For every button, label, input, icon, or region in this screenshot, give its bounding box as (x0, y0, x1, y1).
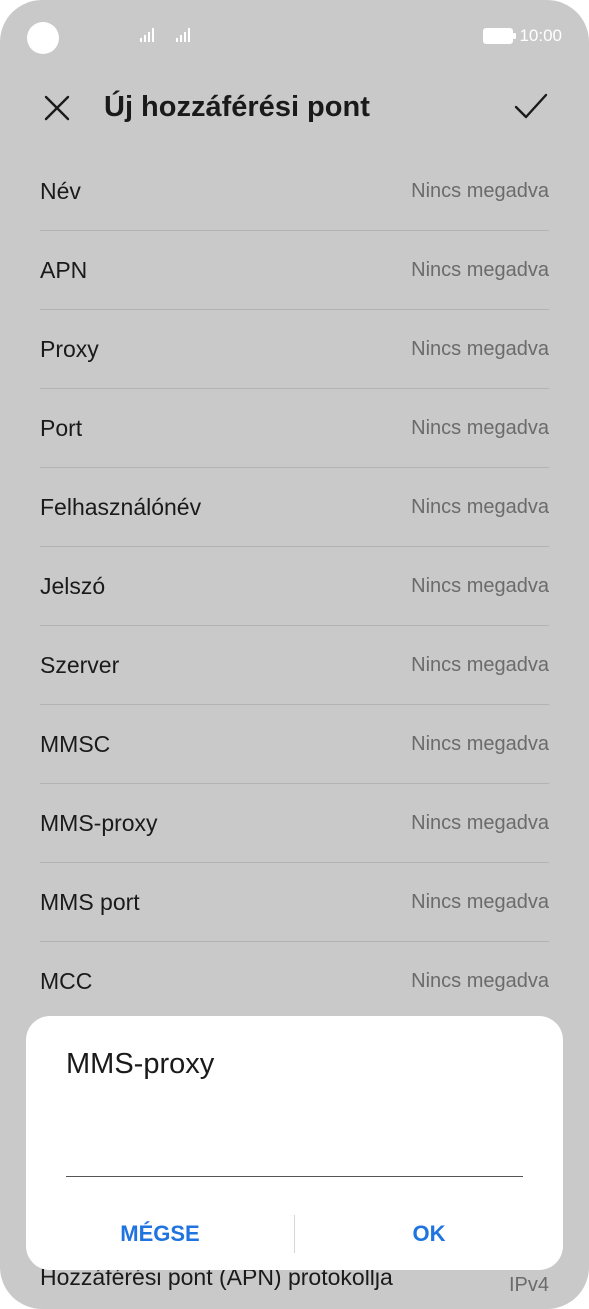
battery-icon (483, 28, 517, 44)
apn-settings-list: Név Nincs megadva APN Nincs megadva Prox… (40, 152, 549, 1021)
signal-icon (176, 28, 190, 42)
list-item-mms-proxy[interactable]: MMS-proxy Nincs megadva (40, 784, 549, 863)
field-value: IPv4 (508, 1274, 549, 1296)
phone-screen: 10:00 Új hozzáférési pont Név Nincs mega… (0, 0, 589, 1309)
list-item-proxy[interactable]: Proxy Nincs megadva (40, 310, 549, 389)
camera-cutout (27, 22, 59, 54)
field-value: Nincs megadva (411, 653, 549, 676)
field-value: Nincs megadva (411, 811, 549, 834)
field-label: Szerver (40, 651, 120, 678)
status-bar: 10:00 (0, 0, 589, 72)
mms-proxy-dialog: MMS-proxy MÉGSE OK (26, 1016, 563, 1270)
field-label: Név (40, 177, 81, 204)
mms-proxy-input[interactable] (66, 1134, 523, 1177)
close-icon[interactable] (40, 91, 74, 125)
field-value: Nincs megadva (411, 416, 549, 439)
field-value: Nincs megadva (411, 495, 549, 518)
list-item-name[interactable]: Név Nincs megadva (40, 152, 549, 231)
header: Új hozzáférési pont (0, 78, 589, 138)
field-label: Proxy (40, 335, 99, 362)
list-item-password[interactable]: Jelszó Nincs megadva (40, 547, 549, 626)
field-label: Port (40, 414, 83, 441)
field-value: Nincs megadva (411, 890, 549, 913)
field-label: MCC (40, 967, 93, 994)
ok-button[interactable]: OK (295, 1210, 563, 1258)
signal-icon (140, 28, 154, 42)
list-item-username[interactable]: Felhasználónév Nincs megadva (40, 468, 549, 547)
dialog-title: MMS-proxy (66, 1048, 215, 1080)
field-label: MMS-proxy (40, 809, 158, 836)
field-value: Nincs megadva (411, 969, 549, 992)
field-label: Jelszó (40, 572, 106, 599)
check-icon[interactable] (513, 90, 549, 124)
list-item-port[interactable]: Port Nincs megadva (40, 389, 549, 468)
dialog-actions: MÉGSE OK (26, 1210, 563, 1258)
status-right: 10:00 (483, 26, 562, 46)
status-time: 10:00 (519, 26, 562, 45)
list-item-apn[interactable]: APN Nincs megadva (40, 231, 549, 310)
list-item-mcc[interactable]: MCC Nincs megadva (40, 942, 549, 1021)
list-item-mms-port[interactable]: MMS port Nincs megadva (40, 863, 549, 942)
list-item-mmsc[interactable]: MMSC Nincs megadva (40, 705, 549, 784)
field-label: MMS port (40, 888, 140, 915)
field-value: Nincs megadva (411, 337, 549, 360)
field-value: Nincs megadva (411, 258, 549, 281)
cancel-button[interactable]: MÉGSE (26, 1210, 294, 1258)
page-title: Új hozzáférési pont (104, 91, 370, 123)
field-label: MMSC (40, 730, 111, 757)
field-value: Nincs megadva (411, 179, 549, 202)
field-label: APN (40, 256, 88, 283)
field-label: Felhasználónév (40, 493, 202, 520)
list-item-server[interactable]: Szerver Nincs megadva (40, 626, 549, 705)
field-value: Nincs megadva (411, 574, 549, 597)
field-value: Nincs megadva (411, 732, 549, 755)
